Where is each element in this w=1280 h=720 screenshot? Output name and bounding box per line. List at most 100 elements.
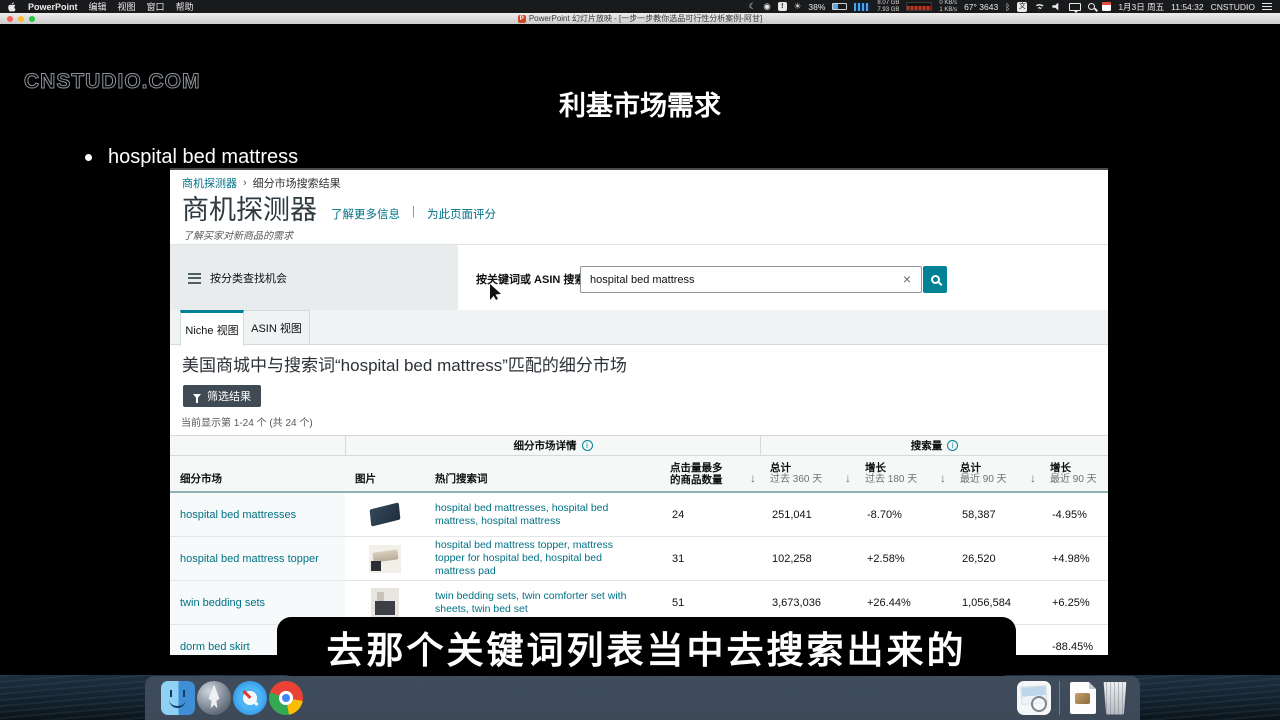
sort-arrow-icon[interactable]: ↓: [845, 471, 851, 486]
network-stats[interactable]: 0 KB/s1 KB/s: [939, 0, 957, 13]
rate-page-link[interactable]: 为此页面评分: [427, 206, 496, 222]
growth-90: -4.95%: [1040, 493, 1108, 536]
table-row: hospital bed mattresses hospital bed mat…: [170, 493, 1108, 537]
apple-menu-icon[interactable]: [8, 2, 17, 12]
menu-item-app[interactable]: PowerPoint: [28, 2, 78, 12]
menu-item-help[interactable]: 帮助: [176, 0, 194, 13]
menu-item-view[interactable]: 视图: [118, 0, 136, 13]
total-360: 102,258: [760, 537, 855, 580]
search-label: 按关键词或 ASIN 搜索: [476, 271, 585, 287]
sort-arrow-icon[interactable]: ↓: [750, 471, 756, 486]
volume-icon[interactable]: [1052, 3, 1062, 11]
network-graph-icon[interactable]: [906, 2, 932, 11]
slide-bullet: hospital bed mattress: [85, 146, 298, 169]
preview-icon[interactable]: [1017, 681, 1051, 715]
menu-date[interactable]: 1月3日 周五: [1118, 1, 1164, 13]
close-window-button[interactable]: [7, 16, 13, 22]
search-band: 按分类查找机会 按关键词或 ASIN 搜索 ×: [170, 244, 1108, 310]
trash-icon[interactable]: [1102, 682, 1128, 715]
group-search-volume: 搜索量 i: [760, 436, 1108, 455]
clear-search-icon[interactable]: ×: [899, 271, 915, 287]
window-title: P PowerPoint 幻灯片放映 - [一步一步教你选品可行性分析案例-阿甘…: [518, 13, 762, 24]
window-title-bar: P PowerPoint 幻灯片放映 - [一步一步教你选品可行性分析案例-阿甘…: [0, 13, 1280, 24]
total-90: 58,387: [950, 493, 1040, 536]
zoom-window-button[interactable]: [29, 16, 35, 22]
temp-fan-readout[interactable]: 67° 3643: [964, 2, 998, 12]
col-growth-90: 增长最近 90 天: [1040, 456, 1108, 491]
learn-more-link[interactable]: 了解更多信息: [331, 206, 400, 222]
growth-90: -88.45%: [1040, 625, 1108, 655]
opportunity-explorer-screenshot: 商机探测器 › 细分市场搜索结果 商机探测器 了解更多信息 | 为此页面评分 了…: [170, 168, 1108, 655]
col-image: 图片: [345, 456, 425, 491]
col-keywords: 热门搜索词: [425, 456, 660, 491]
subtitle-overlay: 去那个关键词列表当中去搜索出来的: [277, 617, 1016, 676]
safari-icon[interactable]: [233, 681, 267, 715]
menu-list-icon[interactable]: [1262, 3, 1272, 10]
filter-funnel-icon: [193, 394, 201, 399]
battery-percent[interactable]: 38%: [808, 2, 825, 12]
top-keywords-link[interactable]: hospital bed mattress topper, mattress t…: [425, 537, 660, 580]
page-title: 商机探测器: [182, 188, 317, 227]
search-icon[interactable]: [1088, 3, 1095, 10]
products-count: 24: [660, 493, 760, 536]
growth-90: +6.25%: [1040, 581, 1108, 624]
growth-90: +4.98%: [1040, 537, 1108, 580]
growth-180: +2.58%: [855, 537, 950, 580]
battery-icon[interactable]: [832, 3, 847, 10]
input-method-icon[interactable]: 文: [1017, 2, 1027, 12]
menu-item-window[interactable]: 窗口: [147, 0, 165, 13]
hamburger-icon: [188, 273, 201, 284]
menu-user[interactable]: CNSTUDIO: [1211, 2, 1255, 12]
search-input[interactable]: [580, 266, 922, 293]
finder-icon[interactable]: [161, 681, 195, 715]
results-count: 当前显示第 1-24 个 (共 24 个): [181, 414, 313, 429]
bluetooth-icon[interactable]: ᛒ: [1005, 2, 1010, 12]
tab-strip: Niche 视图 ASIN 视图: [170, 310, 1108, 345]
info-icon[interactable]: i: [582, 440, 593, 451]
alert-icon[interactable]: !: [778, 2, 787, 11]
col-niche: 细分市场: [170, 456, 345, 491]
search-button[interactable]: [923, 266, 947, 293]
macos-dock: [145, 676, 1140, 720]
airplay-icon[interactable]: [1069, 3, 1081, 11]
products-count: 31: [660, 537, 760, 580]
sort-arrow-icon[interactable]: ↓: [1030, 471, 1036, 486]
bullet-dot: [85, 154, 92, 161]
table-column-headers: 细分市场 图片 热门搜索词 点击量最多的商品数量 ↓ 总计过去 360 天 ↓ …: [170, 456, 1108, 493]
tab-niche-view[interactable]: Niche 视图: [180, 310, 244, 346]
menu-item-edit[interactable]: 编辑: [89, 0, 107, 13]
eye-icon[interactable]: ◉: [763, 1, 770, 12]
powerpoint-icon: P: [518, 15, 526, 23]
product-image[interactable]: [371, 588, 399, 618]
product-image[interactable]: [370, 502, 401, 526]
subtitle-text: 去那个关键词列表当中去搜索出来的: [327, 620, 967, 674]
calendar-icon[interactable]: [1102, 2, 1111, 11]
table-group-header: 细分市场详情 i 搜索量 i: [170, 435, 1108, 456]
info-icon[interactable]: i: [947, 440, 958, 451]
table-row: hospital bed mattress topper hospital be…: [170, 537, 1108, 581]
col-total-360: 总计过去 360 天 ↓: [760, 456, 855, 491]
chrome-icon[interactable]: [269, 681, 303, 715]
group-niche-details: 细分市场详情 i: [345, 436, 760, 455]
minimize-window-button[interactable]: [18, 16, 24, 22]
menu-time[interactable]: 11:54:32: [1171, 2, 1203, 12]
browse-by-category[interactable]: 按分类查找机会: [170, 245, 458, 311]
launchpad-icon[interactable]: [197, 681, 231, 715]
top-keywords-link[interactable]: hospital bed mattresses, hospital bed ma…: [425, 493, 660, 536]
brightness-icon[interactable]: ☀: [794, 1, 802, 12]
filter-results-button[interactable]: 筛选结果: [183, 385, 261, 407]
memory-stats[interactable]: 8.07 GB7.93 GB: [877, 0, 899, 13]
niche-link[interactable]: hospital bed mattress topper: [170, 537, 345, 580]
dock-divider: [1059, 681, 1060, 715]
document-icon[interactable]: [1070, 682, 1096, 714]
product-image[interactable]: [369, 545, 401, 573]
macos-menu-bar: PowerPoint 编辑 视图 窗口 帮助 ☾ ◉ ! ☀ 38% 8.07 …: [0, 0, 1280, 13]
memory-graph-icon[interactable]: [854, 3, 870, 11]
screen: PowerPoint 编辑 视图 窗口 帮助 ☾ ◉ ! ☀ 38% 8.07 …: [0, 0, 1280, 720]
niche-link[interactable]: hospital bed mattresses: [170, 493, 345, 536]
sort-arrow-icon[interactable]: ↓: [940, 471, 946, 486]
dnd-moon-icon[interactable]: ☾: [749, 1, 757, 12]
total-90: 26,520: [950, 537, 1040, 580]
tab-asin-view[interactable]: ASIN 视图: [244, 310, 310, 345]
wifi-icon[interactable]: [1034, 3, 1045, 11]
